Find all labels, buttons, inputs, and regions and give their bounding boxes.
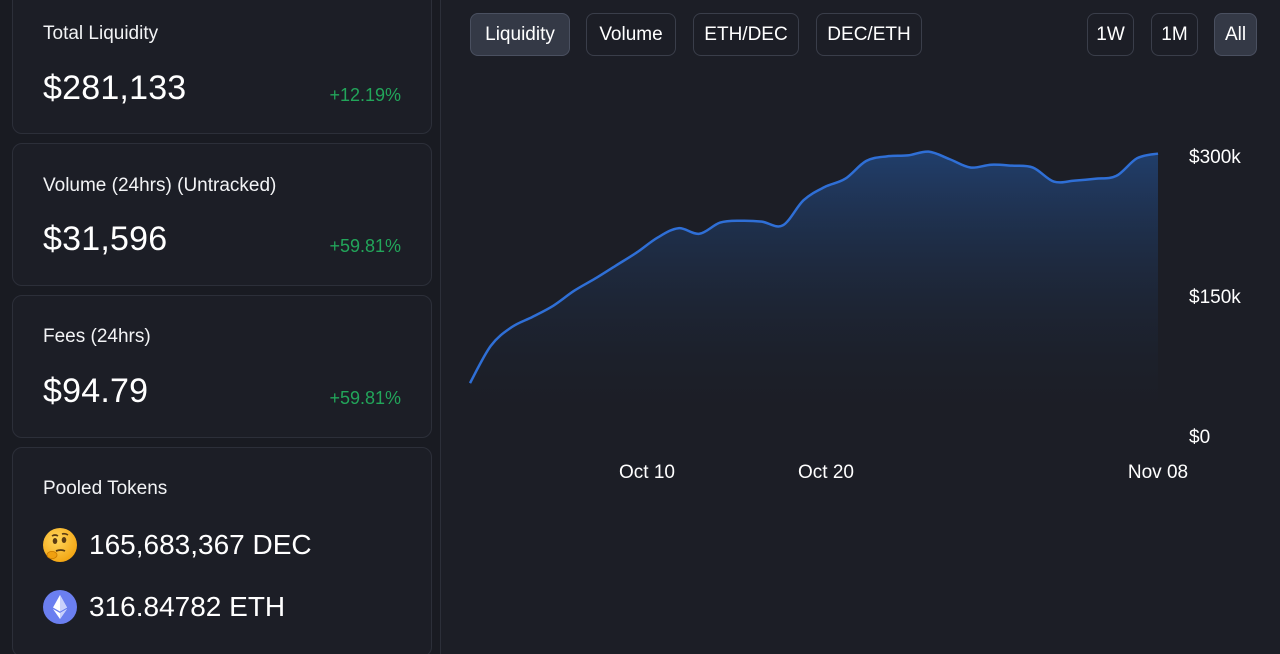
total-liquidity-label: Total Liquidity (43, 23, 159, 44)
pooled-token-eth-row[interactable]: 316.84782 ETH (43, 590, 285, 624)
x-tick-label: Oct 10 (619, 462, 675, 483)
x-tick-label: Oct 20 (798, 462, 854, 483)
total-liquidity-change: +12.19% (329, 85, 401, 105)
pooled-tokens-label: Pooled Tokens (43, 478, 168, 499)
y-tick-label: $300k (1189, 147, 1241, 168)
ethereum-icon (43, 590, 77, 624)
total-liquidity-value: $281,133 (43, 69, 187, 107)
fees-card: Fees (24hrs) $94.79 +59.81% (12, 295, 432, 438)
pooled-token-dec-amount: 165,683,367 DEC (89, 529, 312, 560)
y-tick-label: $0 (1189, 427, 1210, 448)
pooled-token-eth-amount: 316.84782 ETH (89, 591, 286, 622)
liquidity-chart: $300k $150k $0 Oct 10 Oct 20 Nov 08 (468, 147, 1241, 483)
total-liquidity-card: Total Liquidity $281,133 +12.19% (12, 0, 432, 134)
y-tick-label: $150k (1189, 287, 1241, 308)
volume-card: Volume (24hrs) (Untracked) $31,596 +59.8… (12, 143, 432, 286)
volume-label: Volume (24hrs) (Untracked) (43, 175, 277, 196)
volume-value: $31,596 (43, 220, 168, 258)
fees-change: +59.81% (329, 388, 401, 408)
thinking-face-emoji-icon (43, 528, 77, 562)
fees-value: $94.79 (43, 372, 149, 410)
fees-label: Fees (24hrs) (43, 326, 151, 347)
x-tick-label: Nov 08 (1128, 462, 1188, 483)
pooled-tokens-card: Pooled Tokens 165,683,367 DEC 316.84782 … (12, 447, 432, 654)
volume-change: +59.81% (329, 236, 401, 256)
liquidity-area-fill (470, 151, 1158, 413)
pooled-token-dec-row[interactable]: 165,683,367 DEC (43, 528, 312, 562)
